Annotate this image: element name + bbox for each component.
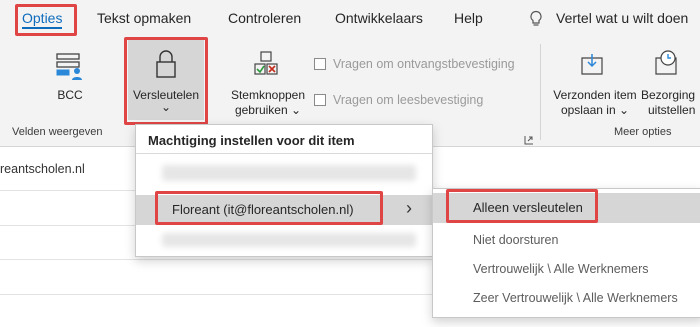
chevron-right-icon: ›: [406, 198, 412, 218]
permission-menu: Machtiging instellen voor dit item Flore…: [135, 124, 433, 257]
voting-buttons-icon[interactable]: [252, 50, 280, 80]
read-receipt-checkbox[interactable]: [314, 58, 326, 70]
menu-item-highly-confidential-all-employees[interactable]: Zeer Vertrouwelijk \ Alle Werknemers: [473, 291, 678, 305]
voting-buttons-label-1[interactable]: Stemknoppen: [228, 88, 308, 103]
dialog-launcher-icon[interactable]: [524, 132, 534, 145]
delay-delivery-label-1[interactable]: Bezorging: [641, 88, 700, 103]
delay-delivery-icon[interactable]: [652, 48, 682, 78]
bcc-button[interactable]: BCC: [44, 88, 96, 103]
menu-item-confidential-all-employees[interactable]: Vertrouwelijk \ Alle Werknemers: [473, 262, 649, 276]
menu-item-encrypt-only[interactable]: Alleen versleutelen: [433, 193, 700, 223]
bcc-icon[interactable]: [54, 50, 86, 82]
menu-divider: [136, 153, 432, 154]
group-label-more-options: Meer opties: [614, 126, 672, 138]
save-sent-label-2[interactable]: opslaan in ⌄: [549, 103, 641, 118]
delivery-receipt-label: Vragen om ontvangstbevestiging: [333, 57, 515, 71]
lightbulb-icon[interactable]: [528, 10, 544, 28]
tab-controleren[interactable]: Controleren: [228, 10, 301, 26]
tab-tekst-opmaken[interactable]: Tekst opmaken: [97, 10, 191, 26]
tab-opties[interactable]: Opties: [22, 10, 63, 29]
voting-buttons-label-2[interactable]: gebruiken ⌄: [228, 103, 308, 118]
save-sent-icon[interactable]: [578, 50, 606, 78]
read-receipt-checkbox-2[interactable]: [314, 94, 326, 106]
group-separator: [540, 44, 541, 140]
delay-delivery-label-2[interactable]: uitstellen: [648, 103, 700, 118]
redacted-menu-item[interactable]: [162, 165, 416, 181]
encrypt-button[interactable]: Versleutelen ⌄: [128, 40, 204, 120]
tab-ontwikkelaars[interactable]: Ontwikkelaars: [335, 10, 423, 26]
chevron-down-icon: ⌄: [160, 100, 172, 114]
lock-icon: [152, 48, 180, 80]
permission-menu-header: Machtiging instellen voor dit item: [148, 133, 355, 148]
encrypt-only-label: Alleen versleutelen: [473, 200, 583, 215]
group-label-show-fields: Velden weergeven: [12, 126, 103, 138]
permission-submenu: Alleen versleutelen Niet doorsturen Vert…: [432, 188, 700, 318]
ribbon-tab-bar: Opties Tekst opmaken Controleren Ontwikk…: [0, 0, 700, 40]
redacted-menu-item[interactable]: [162, 233, 416, 247]
tell-me-search[interactable]: Vertel wat u wilt doen: [556, 10, 688, 26]
save-sent-label-1[interactable]: Verzonden item: [549, 88, 641, 103]
recipient-address-fragment[interactable]: reantscholen.nl: [0, 162, 85, 176]
account-label: Floreant (it@floreantscholen.nl): [172, 202, 354, 217]
tab-help[interactable]: Help: [454, 10, 483, 26]
read-receipt-label: Vragen om leesbevestiging: [333, 93, 484, 107]
menu-item-floreant-account[interactable]: Floreant (it@floreantscholen.nl) ›: [136, 195, 432, 225]
menu-item-do-not-forward[interactable]: Niet doorsturen: [473, 233, 558, 247]
